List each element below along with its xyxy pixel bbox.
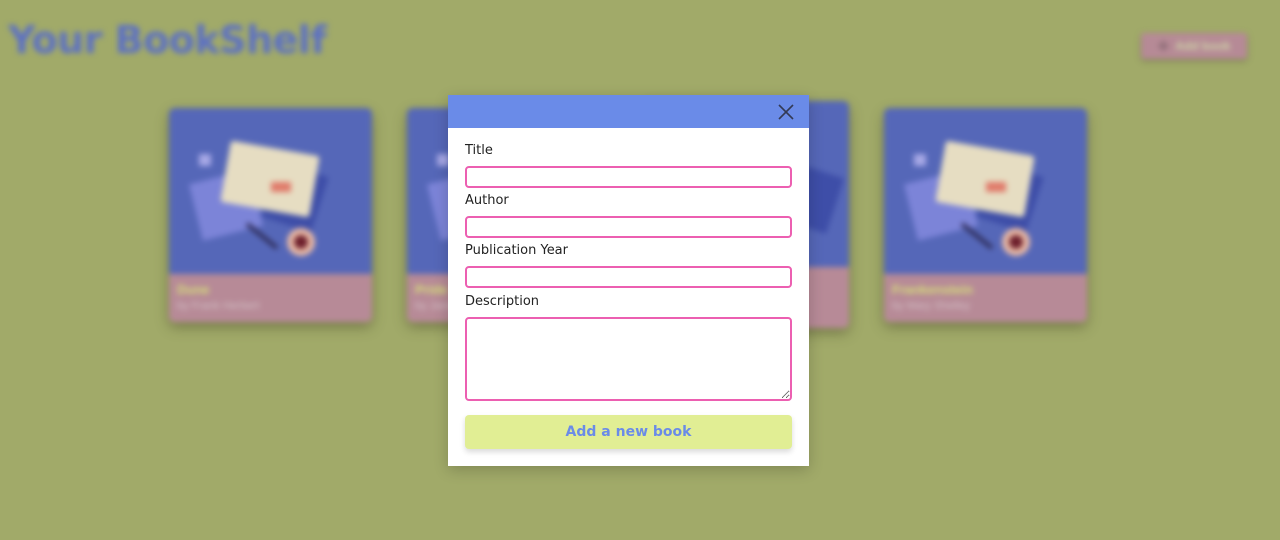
page-title: Your BookShelf (8, 18, 327, 62)
add-book-button[interactable]: ✚ Add book (1141, 33, 1247, 59)
plus-icon: ✚ (1157, 37, 1170, 54)
title-label: Title (465, 143, 493, 158)
add-book-modal: Title Author Publication Year Descriptio… (448, 95, 809, 466)
book-title: Dune (177, 282, 210, 297)
book-author: by Frank Herbert (177, 300, 260, 312)
book-cover-illustration (169, 108, 372, 274)
title-input[interactable] (465, 166, 792, 188)
book-card[interactable]: Frankenstein by Mary Shelley (884, 108, 1087, 322)
author-input[interactable] (465, 216, 792, 238)
book-title: Frankenstein (892, 282, 973, 297)
book-author: by Mary Shelley (892, 300, 971, 312)
book-meta: Dune by Frank Herbert (169, 274, 372, 322)
author-label: Author (465, 193, 509, 208)
modal-header (448, 95, 809, 128)
add-book-label: Add book (1175, 39, 1231, 53)
book-cover-illustration (884, 108, 1087, 274)
publication-year-input[interactable] (465, 266, 792, 288)
add-new-book-button[interactable]: Add a new book (465, 415, 792, 449)
book-title: Pride (415, 282, 448, 297)
publication-year-label: Publication Year (465, 243, 568, 258)
description-label: Description (465, 294, 540, 309)
book-card[interactable]: Dune by Frank Herbert (169, 108, 372, 322)
description-textarea[interactable] (465, 317, 792, 401)
close-icon[interactable] (777, 103, 795, 121)
book-meta: Frankenstein by Mary Shelley (884, 274, 1087, 322)
